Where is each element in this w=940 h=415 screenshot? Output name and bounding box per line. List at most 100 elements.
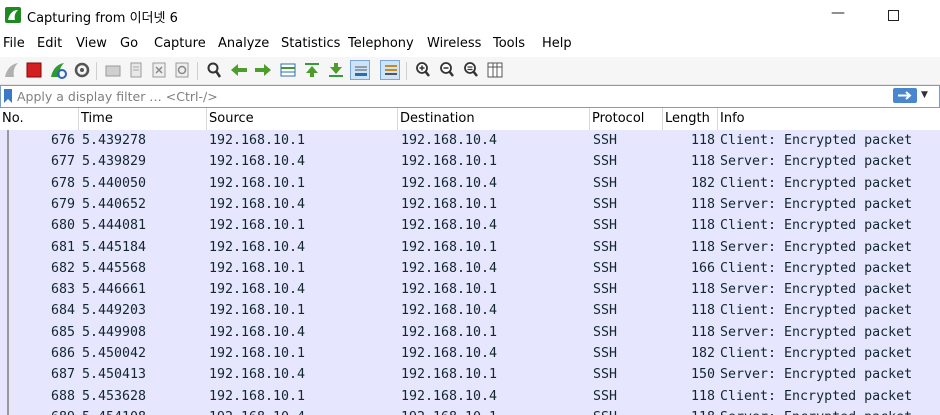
column-header-time[interactable]: Time [79,108,207,130]
cell-no: 681 [50,239,75,255]
close-file-icon[interactable] [149,60,169,80]
table-row[interactable]: 689 5.454108 192.168.10.4 192.168.10.1 SSH11… [0,407,940,415]
menu-help[interactable]: Help [542,36,572,51]
cell-length: 118 [690,218,715,234]
cell-source: 192.168.10.4 [209,282,306,298]
capture-options-icon[interactable] [72,60,92,80]
table-row[interactable]: 685 5.449908 192.168.10.4 192.168.10.1 SSH 11… [0,322,940,343]
wireshark-app-icon [5,7,21,23]
table-row[interactable]: 678 5.440050 192.168.10.1 192.168.10.4 SSH 18… [0,173,940,194]
cell-time: 5.453628 [82,388,147,404]
cell-info: Client: Encrypted packet [720,175,913,191]
table-row[interactable]: 681 5.445184 192.168.10.4 192.168.10.1 SSH 11… [0,237,940,258]
table-row[interactable]: 682 5.445568 192.168.10.1 192.168.10.4 SSH 16… [0,258,940,279]
menu-file[interactable]: File [3,36,25,51]
menu-wireless[interactable]: Wireless [427,36,481,51]
cell-destination: 192.168.10.1 [401,154,498,170]
cell-no: 684 [50,303,75,319]
cell-info: Client: Encrypted packet [720,388,913,404]
cell-time: 5.444081 [82,218,147,234]
menu-view[interactable]: View [76,36,107,51]
zoom-in-icon[interactable] [413,60,433,80]
title-bar: Capturing from 이더넷 6 — [0,0,940,32]
cell-length: 182 [690,175,715,191]
cell-protocol: SSH [593,282,618,298]
go-back-icon[interactable] [229,60,249,80]
bookmark-icon[interactable] [4,89,12,103]
open-file-icon[interactable] [103,60,123,80]
cell-protocol: SSH [593,133,618,148]
go-forward-icon[interactable] [253,60,273,80]
menu-go[interactable]: Go [120,36,138,51]
table-row[interactable]: 687 5.450413 192.168.10.4 192.168.10.1 SSH 15… [0,364,940,385]
table-row[interactable]: 686 5.450042 192.168.10.1 192.168.10.4 SSH 18… [0,343,940,364]
display-filter-input[interactable] [17,87,877,105]
go-first-icon[interactable] [302,60,322,80]
go-last-icon[interactable] [326,60,346,80]
cell-protocol: SSH [593,407,661,415]
menu-tools[interactable]: Tools [493,36,525,51]
column-header-protocol[interactable]: Protocol [590,108,663,130]
table-row[interactable]: 676 5.439278 192.168.10.1 192.168.10.4 SSH 11… [0,130,940,151]
menu-edit[interactable]: Edit [37,36,62,51]
cell-length: 118 [660,407,715,415]
menu-capture[interactable]: Capture [154,36,206,51]
restart-capture-icon[interactable] [48,60,68,80]
menu-bar: File Edit View Go Capture Analyze Statis… [0,34,940,56]
apply-filter-button[interactable] [893,88,917,103]
table-row[interactable]: 677 5.439829 192.168.10.4 192.168.10.1 SSH 11… [0,151,940,172]
cell-info: Client: Encrypted packet [720,260,913,276]
column-header-source[interactable]: Source [207,108,398,130]
colorize-icon[interactable] [380,60,400,80]
shark-fin-start-icon[interactable] [2,60,22,80]
cell-time: 5.450042 [82,346,147,361]
zoom-out-icon[interactable] [437,60,457,80]
table-row[interactable]: 680 5.444081 192.168.10.1 192.168.10.4 SSH 11… [0,215,940,236]
minimize-icon[interactable]: — [828,5,848,25]
zoom-normal-icon[interactable] [461,60,481,80]
menu-statistics[interactable]: Statistics [281,36,340,51]
column-header-no[interactable]: No. [0,108,79,130]
cell-protocol: SSH [593,218,618,234]
cell-length: 118 [690,239,715,255]
column-header-destination[interactable]: Destination [398,108,590,130]
resize-columns-icon[interactable] [485,60,505,80]
cell-no: 676 [50,133,75,148]
cell-destination: 192.168.10.4 [401,346,498,361]
cell-time: 5.449203 [82,303,147,319]
cell-protocol: SSH [593,196,618,212]
table-row[interactable]: 683 5.446661 192.168.10.4 192.168.10.1 SSH 11… [0,279,940,300]
table-row[interactable]: 688 5.453628 192.168.10.1 192.168.10.4 SSH 11… [0,386,940,407]
cell-length: 182 [690,346,715,361]
menu-analyze[interactable]: Analyze [218,36,269,51]
reload-file-icon[interactable] [172,60,192,80]
menu-telephony[interactable]: Telephony [348,36,414,51]
save-file-icon[interactable] [126,60,146,80]
cell-source: 192.168.10.1 [209,303,306,319]
cell-protocol: SSH [593,346,618,361]
cell-protocol: SSH [593,367,618,383]
cell-source: 192.168.10.4 [209,367,306,383]
find-packet-icon[interactable] [204,60,224,80]
cell-source: 192.168.10.4 [209,196,306,212]
maximize-icon[interactable] [883,5,903,25]
table-row[interactable]: 684 5.449203 192.168.10.1 192.168.10.4 SSH 11… [0,300,940,321]
cell-destination: 192.168.10.1 [401,407,587,415]
chevron-down-icon[interactable]: ▼ [921,90,928,100]
go-to-packet-icon[interactable] [278,60,298,80]
table-row[interactable]: 679 5.440652 192.168.10.4 192.168.10.1 SSH 11… [0,194,940,215]
toolbar-separator [406,62,407,80]
column-header-length[interactable]: Length [663,108,718,130]
cell-destination: 192.168.10.4 [401,175,498,191]
cell-destination: 192.168.10.1 [401,324,498,340]
display-filter-bar: ▼ [0,85,940,108]
packet-list: 676 5.439278 192.168.10.1 192.168.10.4 SSH 11… [0,130,940,415]
cell-destination: 192.168.10.4 [401,303,498,319]
cell-source: 192.168.10.1 [209,346,306,361]
cell-info: Server: Encrypted packet [720,196,913,212]
cell-info: Server: Encrypted packet [720,367,913,383]
stop-capture-icon[interactable] [24,60,44,80]
auto-scroll-icon[interactable] [350,60,370,80]
column-header-info[interactable]: Info [718,108,940,130]
cell-length: 118 [690,324,715,340]
